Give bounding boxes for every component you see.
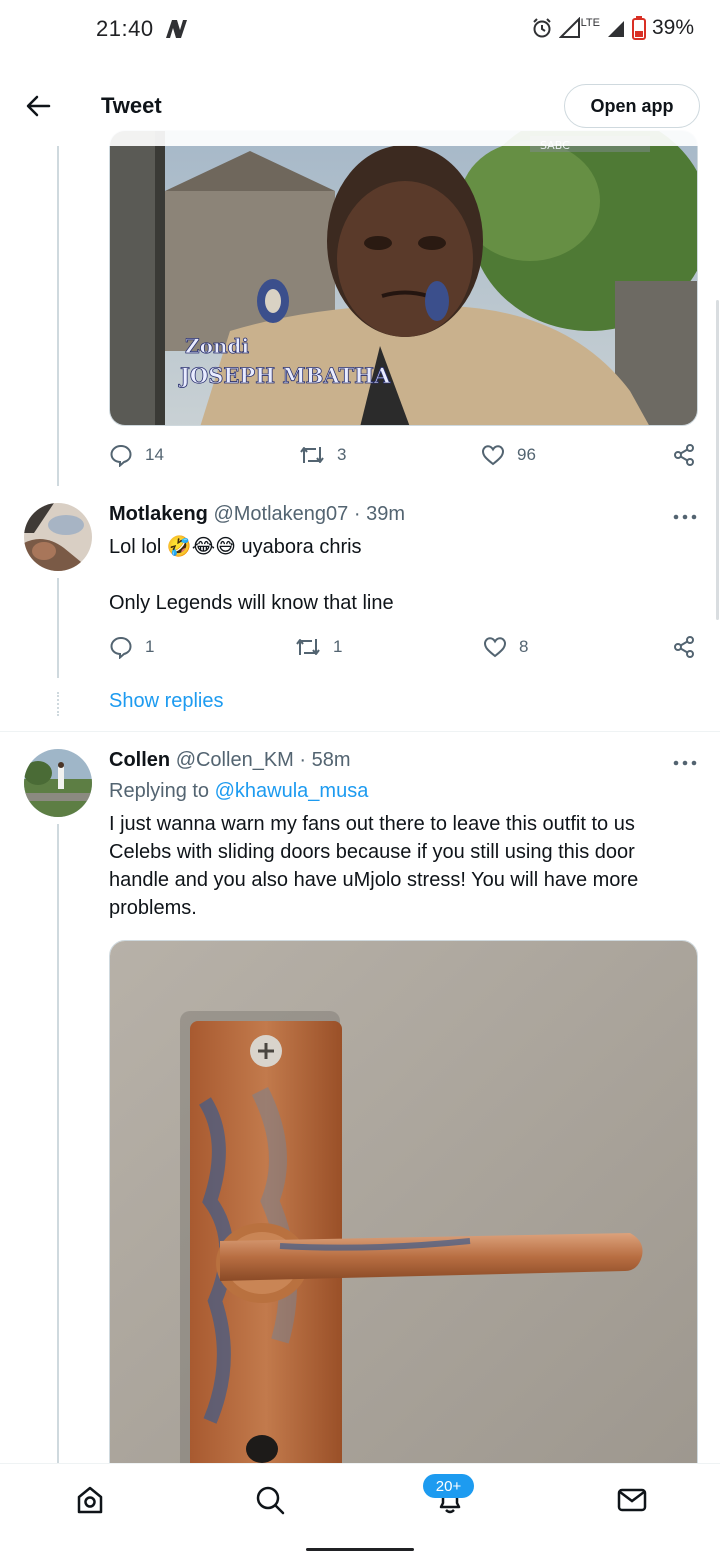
replying-mention-link[interactable]: @khawula_musa	[215, 780, 369, 802]
nav-search[interactable]	[250, 1480, 290, 1520]
tweet-text-line1: Lol lol 🤣😂😅 uyabora chris	[109, 536, 362, 558]
search-icon	[256, 1486, 285, 1515]
user-handle[interactable]: @Motlakeng07	[213, 503, 348, 525]
video-frame: SABC Zondi JOSEPH MBATHA	[110, 131, 697, 425]
tweet-time[interactable]: · 39m	[354, 503, 405, 525]
battery-percent: 39%	[651, 16, 694, 39]
open-app-button[interactable]: Open app	[564, 84, 700, 128]
share-icon	[674, 636, 694, 658]
retweet-count: 1	[333, 637, 343, 656]
signal-icon	[558, 17, 580, 38]
user-name[interactable]: Motlakeng	[109, 503, 208, 525]
share-button[interactable]	[672, 443, 696, 467]
divider	[0, 731, 720, 732]
share-icon	[674, 444, 694, 466]
user-name[interactable]: Collen	[109, 749, 170, 771]
heart-icon	[483, 637, 507, 658]
tweet-media-image[interactable]	[109, 940, 698, 1500]
n-app-icon	[166, 20, 187, 38]
tweet-text: I just wanna warn my fans out there to l…	[109, 813, 639, 919]
alarm-icon	[532, 18, 551, 38]
thread-line	[57, 578, 59, 678]
thread-line	[57, 146, 59, 486]
user-handle[interactable]: @Collen_KM	[176, 749, 294, 771]
tweet-media-video[interactable]: SABC Zondi JOSEPH MBATHA	[109, 130, 698, 426]
door-handle-photo	[110, 941, 697, 1499]
home-icon	[77, 1486, 103, 1514]
notification-badge[interactable]: 20+	[423, 1474, 474, 1498]
reply-count: 14	[145, 445, 164, 464]
reply-icon	[110, 444, 132, 467]
replying-to: Replying to @khawula_musa	[109, 780, 368, 803]
retweet-button[interactable]: 1	[295, 635, 342, 659]
heart-icon	[481, 445, 505, 466]
reply-icon	[110, 636, 132, 659]
messages-icon	[617, 1488, 647, 1512]
retweet-button[interactable]: 3	[299, 443, 346, 467]
avatar-image	[24, 749, 92, 817]
gesture-bar[interactable]	[306, 1548, 414, 1551]
tweet-header: Motlakeng @Motlakeng07 · 39m	[109, 503, 405, 526]
more-options-icon[interactable]	[672, 753, 698, 773]
tweet-text-line2: Only Legends will know that line	[109, 592, 394, 614]
retweet-icon	[296, 639, 320, 655]
bottom-navigation	[0, 1463, 720, 1538]
top-header: Tweet Open app	[0, 66, 720, 146]
nav-messages[interactable]	[612, 1480, 652, 1520]
share-button[interactable]	[672, 635, 696, 659]
like-count: 96	[517, 445, 536, 464]
tweet-actions: 14 3 96	[109, 443, 699, 473]
reply-button[interactable]: 14	[109, 443, 164, 467]
avatar-image	[24, 503, 92, 571]
retweet-count: 3	[337, 445, 347, 464]
status-icons: LTE 39%	[531, 16, 694, 40]
tweet-time[interactable]: · 58m	[299, 749, 350, 771]
page-title: Tweet	[101, 93, 162, 118]
thread-line	[57, 824, 59, 1464]
status-time: 21:40	[96, 16, 154, 41]
avatar[interactable]	[24, 749, 92, 817]
tweet-header: Collen @Collen_KM · 58m	[109, 749, 351, 772]
nav-home[interactable]	[70, 1480, 110, 1520]
battery-low-icon	[631, 16, 646, 40]
gesture-area	[0, 1538, 720, 1560]
back-button[interactable]	[18, 86, 58, 126]
thread-dots	[57, 692, 59, 716]
tweet-actions: 1 1 8	[109, 635, 699, 665]
arrow-left-icon	[26, 95, 51, 117]
network-type: LTE	[580, 17, 600, 29]
like-button[interactable]: 8	[483, 635, 528, 659]
signal-icon-2	[607, 21, 624, 37]
like-count: 8	[519, 637, 529, 656]
video-caption-line1: Zondi	[185, 334, 249, 358]
retweet-icon	[300, 447, 324, 463]
more-options-icon[interactable]	[672, 507, 698, 527]
like-button[interactable]: 96	[481, 443, 536, 467]
status-bar: 21:40 LTE 39%	[0, 0, 720, 62]
avatar[interactable]	[24, 503, 92, 571]
scroll-indicator[interactable]	[716, 300, 719, 620]
show-replies-link[interactable]: Show replies	[109, 690, 224, 713]
reply-count: 1	[145, 637, 155, 656]
reply-button[interactable]: 1	[109, 635, 154, 659]
replying-prefix: Replying to	[109, 780, 210, 802]
video-caption-line2: JOSEPH MBATHA	[178, 363, 391, 388]
